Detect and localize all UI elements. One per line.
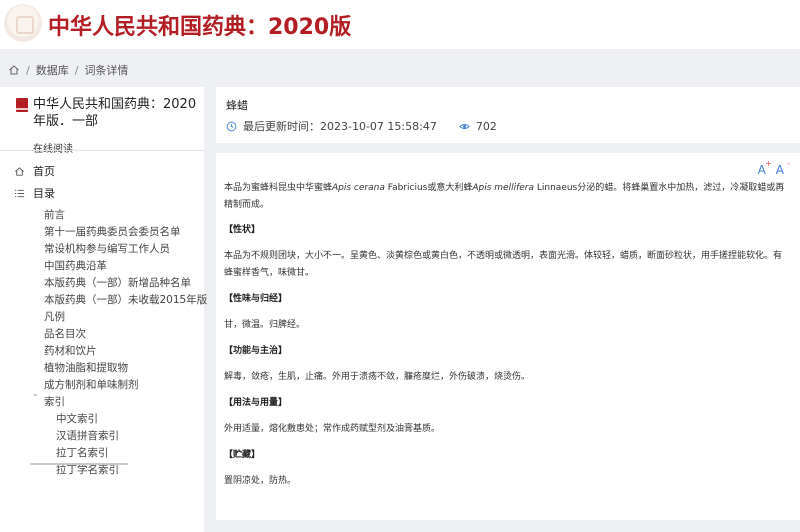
toc-item[interactable]: 凡例 (44, 309, 65, 326)
entry-content-card: A + A- 本品为蜜蜂科昆虫中华蜜蜂Apis cerana Fabricius或… (216, 153, 800, 520)
updated-value: 2023-10-07 15:58:47 (320, 119, 437, 133)
entry-meta: 最后更新时间： 2023-10-07 15:58:47 702 (226, 118, 497, 134)
breadcrumb-item-entry-detail: 词条详情 (84, 64, 129, 77)
eye-icon (459, 123, 470, 129)
section-heading: 【功能与主治】 (224, 346, 288, 356)
font-decrease-button[interactable]: A- (775, 159, 790, 177)
chevron-down-icon[interactable]: ⌄ (32, 389, 39, 398)
species-name: Apis mellifera (472, 183, 534, 193)
section-heading: 【贮藏】 (224, 450, 261, 460)
minus-icon: - (787, 159, 790, 168)
section-heading: 【性味与归经】 (224, 294, 288, 304)
nav-toc[interactable]: 目录 (14, 184, 55, 202)
section-text: 解毒，敛疮，生肌，止痛。外用于溃疡不敛，臁疮糜烂，外伤破溃，烧烫伤。 (224, 372, 531, 382)
toc-item[interactable]: 本版药典（一部）未收载2015年版 (44, 292, 207, 309)
intro-text: 本品为蜜蜂科昆虫中华蜜蜂 (224, 183, 333, 193)
species-name: Apis cerana (332, 183, 385, 193)
toc-sub-item[interactable]: 拉丁名索引 (56, 445, 109, 462)
clock-icon (226, 121, 237, 131)
section-text: 本品为不规则团块，大小不一。呈黄色、淡黄棕色或黄白色，不透明或微透明，表面光滑。… (224, 251, 783, 278)
toc-item[interactable]: 前言 (44, 207, 65, 224)
home-icon (15, 166, 24, 176)
section-text: 外用适量，熔化敷患处；常作成药赋型剂及油膏基质。 (224, 424, 441, 434)
book-title: 中华人民共和国药典：2020年版．一部 (33, 97, 197, 129)
updated-label: 最后更新时间： (243, 120, 320, 133)
toc-item[interactable]: 第十一届药典委员会委员名单 (44, 224, 181, 241)
intro-text: Fabricius或意大利蜂 (384, 183, 473, 193)
site-title[interactable]: 中华人民共和国药典：2020版 (48, 9, 351, 41)
site-header: 中华人民共和国药典：2020版 (0, 0, 800, 49)
section-heading: 【性状】 (224, 225, 261, 235)
read-online-link[interactable]: 在线阅读 (33, 140, 73, 155)
sidebar: 中华人民共和国药典：2020年版．一部 在线阅读 首页 目录 前言 第十一届药典… (0, 87, 207, 532)
view-count: 702 (459, 120, 497, 133)
toc-item[interactable]: 常设机构参与编写工作人员 (44, 241, 170, 258)
entry-body: 本品为蜜蜂科昆虫中华蜜蜂Apis cerana Fabricius或意大利蜂Ap… (224, 180, 790, 490)
breadcrumb-item-database[interactable]: 数据库 (36, 62, 69, 78)
font-decrease-label: A (775, 163, 784, 177)
sidebar-divider (0, 150, 204, 151)
nav-home-label: 首页 (33, 165, 55, 178)
intro-paragraph: 本品为蜜蜂科昆虫中华蜜蜂Apis cerana Fabricius或意大利蜂Ap… (224, 180, 790, 214)
home-icon[interactable] (8, 64, 20, 76)
site-logo[interactable] (4, 4, 42, 42)
plus-icon: + (765, 159, 772, 168)
toc-sub-item[interactable]: 中文索引 (56, 411, 98, 428)
font-size-tools: A + A- (758, 159, 790, 177)
entry-info-card: 蜂蜡 最后更新时间： 2023-10-07 15:58:47 702 (216, 87, 800, 143)
toc-sub-item[interactable]: 汉语拼音索引 (56, 428, 119, 445)
list-icon (14, 189, 25, 197)
entry-title: 蜂蜡 (226, 99, 248, 112)
toc-item[interactable]: 药材和饮片 (44, 343, 97, 360)
toc-item[interactable]: 植物油脂和提取物 (44, 360, 128, 377)
horizontal-scrollbar[interactable] (30, 463, 128, 465)
view-count-value: 702 (475, 119, 497, 133)
toc-item-index[interactable]: 索引 (44, 394, 65, 411)
toc-item[interactable]: 成方制剂和单味制剂 (44, 377, 139, 394)
section-heading: 【用法与用量】 (224, 398, 288, 408)
toc-item[interactable]: 品名目次 (44, 326, 86, 343)
breadcrumb: / 数据库 / 词条详情 (8, 62, 128, 78)
breadcrumb-separator: / (26, 63, 30, 77)
section-text: 置阴凉处，防热。 (224, 476, 297, 486)
book-icon (16, 98, 28, 112)
nav-toc-label: 目录 (33, 187, 55, 200)
section-text: 甘，微温。归脾经。 (224, 320, 306, 330)
font-increase-button[interactable]: A + (758, 159, 772, 177)
breadcrumb-separator: / (74, 63, 79, 77)
nav-home[interactable]: 首页 (14, 162, 55, 180)
toc-item[interactable]: 本版药典（一部）新增品种名单 (44, 275, 191, 292)
toc-item[interactable]: 中国药典沿革 (44, 258, 107, 275)
